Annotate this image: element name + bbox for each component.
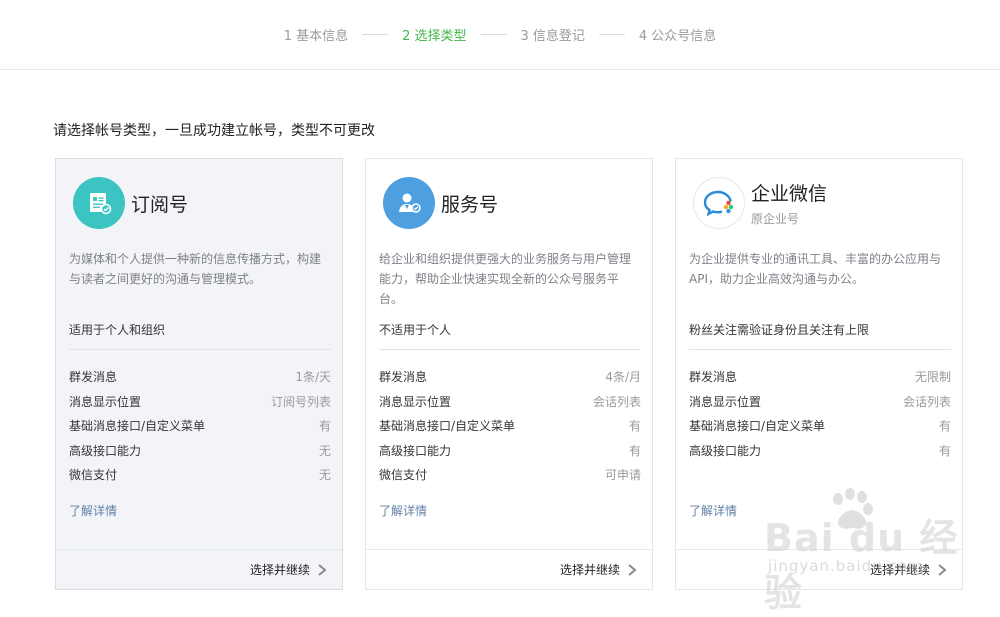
select-continue-label: 选择并继续 [249, 563, 310, 577]
card-subtitle: 原企业号 [751, 212, 800, 226]
step-select-type: 2 选择类型 [402, 29, 467, 44]
card-description: 为媒体和个人提供一种新的信息传播方式，构建与读者之间更好的沟通与管理模式。 [69, 252, 322, 286]
feature-key: 消息显示位置 [69, 394, 142, 409]
feature-row: 高级接口能力 有 [379, 442, 641, 467]
select-continue-button[interactable]: 选择并继续 [56, 549, 342, 589]
feature-list: 群发消息 4条/月 消息显示位置 会话列表 基础消息接口/自定义菜单有 高级接口能力… [379, 368, 641, 491]
chevron-right-icon [628, 563, 637, 576]
service-account-icon [383, 177, 435, 229]
wework-icon [693, 177, 745, 229]
feature-value: 有 [318, 419, 331, 433]
feature-key: 微信支付 [379, 468, 428, 482]
feature-value: 有 [938, 443, 951, 458]
feature-key: 基础消息接口/自定义菜单 [689, 419, 826, 433]
learn-more-link[interactable]: 了解详情 [689, 502, 737, 519]
feature-value: 会话列表 [592, 394, 641, 409]
feature-value: 订阅号列表 [270, 394, 331, 409]
feature-key: 消息显示位置 [689, 394, 762, 409]
step-info-register: 3 信息登记 [520, 29, 585, 44]
card-header: 服务号 [383, 176, 498, 230]
feature-key: 群发消息 [69, 370, 118, 384]
feature-list: 群发消息 1条/天 消息显示位置 订阅号列表 基础消息接口/自定义菜单 有 高级接口能… [69, 368, 331, 491]
feature-value: 无 [318, 443, 331, 458]
feature-row: 群发消息 无限制 [689, 368, 951, 393]
select-continue-button[interactable]: 选择并继续 [366, 549, 652, 589]
select-continue-label: 选择并继续 [559, 563, 620, 577]
learn-more-link[interactable]: 了解详情 [69, 502, 117, 519]
feature-row: 高级接口能力 有 [689, 442, 951, 467]
feature-key: 高级接口能力 [69, 443, 142, 458]
card-service-account[interactable]: 服务号 给企业和组织提供更强大的业务服务与用户管理能力，帮助企业快速实现全新的公… [365, 158, 653, 590]
card-header: 订阅号 [73, 176, 188, 230]
feature-value: 无限制 [914, 370, 951, 384]
step-separator [362, 34, 389, 35]
feature-row: 基础消息接口/自定义菜单 有 [689, 417, 951, 442]
feature-value: 无 [318, 468, 331, 482]
learn-more-link[interactable]: 了解详情 [379, 502, 427, 519]
feature-key: 群发消息 [689, 370, 738, 384]
chevron-right-icon [318, 563, 327, 576]
card-title: 订阅号 [131, 193, 189, 216]
feature-row: 消息显示位置 订阅号列表 [69, 393, 331, 418]
card-title-group: 企业微信 原企业号 [745, 179, 827, 227]
feature-value: 1条/天 [295, 370, 331, 384]
feature-key: 基础消息接口/自定义菜单 [379, 419, 516, 433]
feature-row: 消息显示位置 会话列表 [379, 393, 641, 418]
feature-row: 基础消息接口/自定义菜单 有 [69, 417, 331, 442]
feature-key: 群发消息 [379, 370, 428, 384]
feature-row: 群发消息 4条/月 [379, 368, 641, 393]
feature-key: 微信支付 [69, 468, 118, 482]
step-basic-info: 1 基本信息 [283, 29, 349, 44]
card-title: 服务号 [441, 193, 499, 216]
feature-row: 高级接口能力 无 [69, 442, 331, 467]
feature-value: 有 [628, 443, 641, 458]
step-separator [598, 34, 625, 35]
card-suitability: 适用于个人和组织 [69, 321, 331, 350]
feature-value: 有 [938, 419, 951, 433]
feature-row: 基础消息接口/自定义菜单 有 [379, 417, 641, 442]
feature-row: 微信支付 可申请 [379, 466, 641, 491]
feature-row: 群发消息 1条/天 [69, 368, 331, 393]
card-description: 给企业和组织提供更强大的业务服务与用户管理能力，帮助企业快速实现全新的公众号服务… [379, 252, 632, 306]
card-description: 为企业提供专业的通讯工具、丰富的办公应用与API，助力企业高效沟通与办公。 [689, 252, 942, 286]
feature-key: 高级接口能力 [379, 443, 452, 458]
baidu-watermark: Bai du 经验 jingyan.baidu.com [760, 485, 960, 615]
page-title: 请选择帐号类型，一旦成功建立帐号，类型不可更改 [53, 123, 375, 139]
feature-key: 高级接口能力 [689, 443, 762, 458]
watermark-url: jingyan.baidu.com [768, 557, 924, 575]
card-suitability: 粉丝关注需验证身份且关注有上限 [689, 321, 951, 350]
step-indicator: 1 基本信息 2 选择类型 3 信息登记 4 公众号信息 [0, 0, 1000, 70]
feature-value: 会话列表 [902, 394, 951, 409]
card-suitability: 不适用于个人 [379, 321, 641, 350]
feature-list: 群发消息 无限制 消息显示位置 会话列表 基础消息接口/自定义菜单有 高级接口能力有 [689, 368, 951, 466]
card-title: 企业微信 [751, 183, 828, 205]
feature-value: 有 [628, 419, 641, 433]
card-header: 企业微信 原企业号 [693, 176, 827, 230]
feature-value: 可申请 [604, 468, 641, 482]
feature-key: 消息显示位置 [379, 394, 452, 409]
feature-row: 微信支付 无 [69, 466, 331, 491]
feature-row: 消息显示位置 会话列表 [689, 393, 951, 418]
subscription-icon [73, 177, 125, 229]
step-account-info: 4 公众号信息 [638, 29, 717, 44]
card-subscription[interactable]: 订阅号 为媒体和个人提供一种新的信息传播方式，构建与读者之间更好的沟通与管理模式… [55, 158, 343, 590]
step-separator [480, 34, 507, 35]
feature-key: 基础消息接口/自定义菜单 [69, 419, 206, 433]
feature-value: 4条/月 [605, 370, 641, 384]
